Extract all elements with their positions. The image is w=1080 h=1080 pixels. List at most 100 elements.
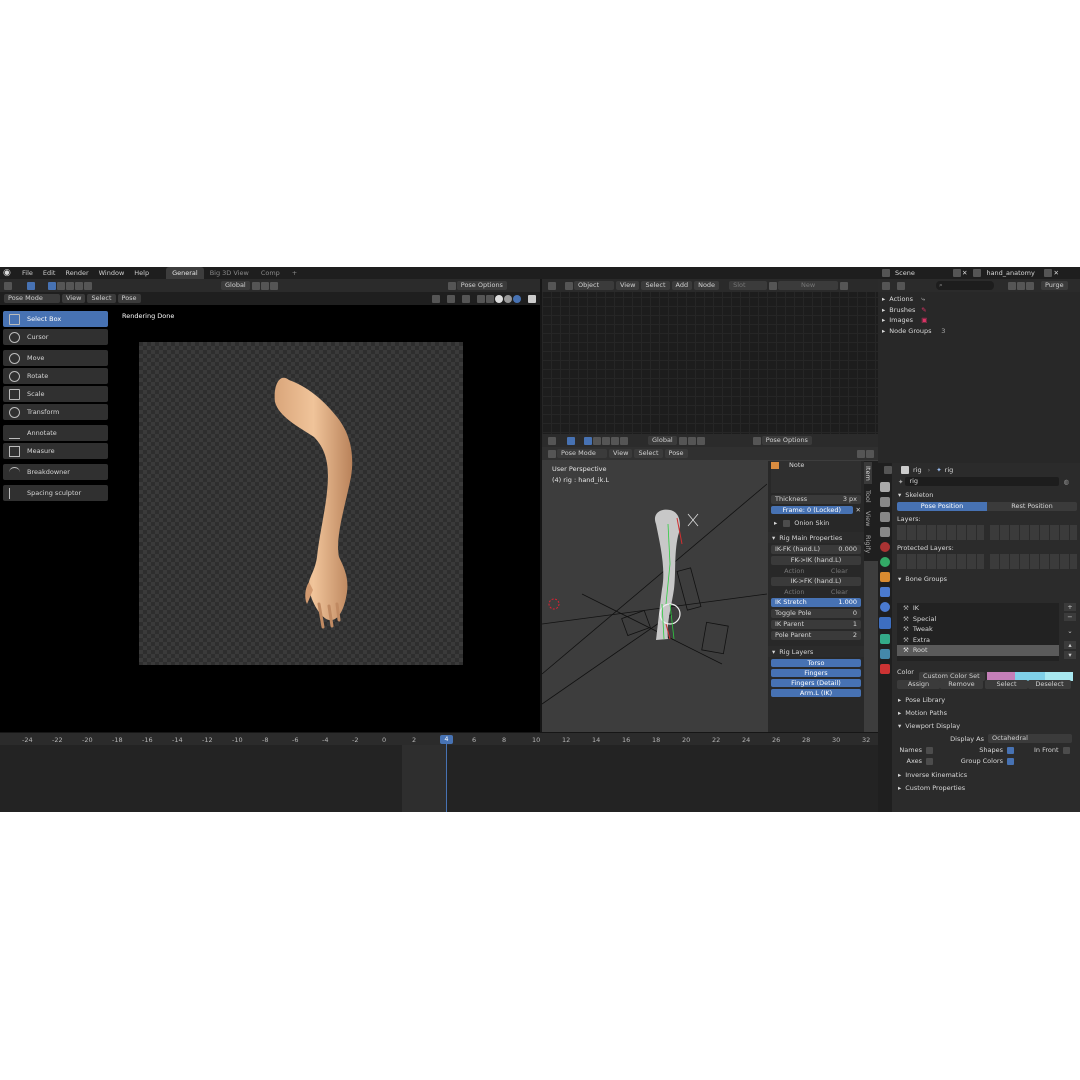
physics-properties-icon[interactable] — [880, 602, 890, 612]
close-icon[interactable]: ✕ — [1053, 269, 1058, 277]
close-icon[interactable] — [752, 436, 761, 445]
in-front-checkbox[interactable] — [1062, 746, 1070, 754]
texture-properties-icon[interactable] — [880, 664, 890, 674]
armature-data-selector[interactable]: ✦ rig ◍ — [894, 476, 1080, 487]
editor-type-icon[interactable] — [548, 281, 556, 290]
editor-mode-icon[interactable] — [548, 449, 556, 458]
xray-icon[interactable] — [477, 294, 485, 303]
menu-select[interactable]: Select — [641, 281, 670, 290]
mode-dropdown[interactable]: Pose Mode — [4, 294, 60, 303]
tab-big-3d-view[interactable]: Big 3D View — [204, 267, 255, 279]
editor-type-icon[interactable] — [548, 436, 556, 445]
axes-checkbox[interactable] — [926, 757, 933, 765]
rig-layer-arm-l-ik[interactable]: Arm.L (IK) — [771, 689, 861, 697]
orientation-dropdown[interactable]: Global — [221, 281, 250, 290]
render-properties-icon[interactable] — [880, 497, 890, 507]
ik-parent-field[interactable]: IK Parent 1 — [771, 620, 861, 629]
armature-data-properties-icon[interactable] — [879, 617, 891, 629]
toggle-pole-field[interactable]: Toggle Pole 0 — [771, 609, 861, 618]
names-checkbox[interactable] — [926, 746, 933, 754]
shading-wireframe-icon[interactable] — [486, 294, 494, 303]
rest-position-button[interactable]: Rest Position — [987, 502, 1077, 511]
bone-properties-icon[interactable] — [880, 634, 890, 644]
orientation-dropdown[interactable]: Global — [648, 436, 677, 445]
snap-icon[interactable] — [260, 281, 269, 290]
tool-rotate[interactable]: Rotate — [3, 368, 108, 384]
ik-to-fk-button[interactable]: IK->FK (hand.L) — [771, 577, 861, 586]
gizmo-icon[interactable] — [447, 294, 455, 303]
display-as-dropdown[interactable]: Octahedral — [988, 734, 1072, 743]
annotation-layer-list[interactable]: Note — [771, 461, 861, 493]
viewport-display-panel-header[interactable]: ▾ Viewport Display — [894, 720, 1080, 731]
search-input[interactable]: ⌕ — [936, 281, 994, 290]
left-viewport[interactable]: Global Pose Options Pose Mode View Selec… — [0, 279, 540, 732]
menu-select[interactable]: Select — [634, 449, 663, 458]
menu-view[interactable]: View — [62, 294, 86, 303]
overlays-icon[interactable] — [462, 294, 470, 303]
filter-icon[interactable] — [1008, 281, 1016, 290]
close-icon[interactable]: ✕ — [856, 506, 861, 514]
view-layer-name[interactable]: hand_anatomy — [986, 269, 1044, 277]
bone-group-extra[interactable]: ⚒ Extra — [903, 635, 1059, 646]
menu-add[interactable]: Add — [671, 281, 693, 290]
menu-view[interactable]: View — [609, 449, 633, 458]
blender-logo-icon[interactable]: ◉ — [3, 267, 15, 279]
select-mode-invert-icon[interactable] — [611, 436, 619, 445]
tool-move[interactable]: Move — [3, 350, 108, 366]
motion-paths-panel-header[interactable]: ▸ Motion Paths — [894, 707, 1080, 718]
select-mode-invert-icon[interactable] — [75, 281, 83, 290]
small-viewport[interactable]: Global Pose Options Pose Mode View Selec… — [542, 434, 878, 732]
outliner-item-actions[interactable]: ▸ Actions ⤷ — [878, 294, 1080, 305]
onion-skin-checkbox[interactable] — [783, 519, 791, 527]
select-mode-intersect-icon[interactable] — [84, 281, 92, 290]
skeleton-panel-header[interactable]: ▾ Skeleton — [894, 489, 1080, 500]
world-properties-icon[interactable] — [880, 557, 890, 567]
menu-help[interactable]: Help — [129, 267, 154, 279]
modifier-properties-icon[interactable] — [880, 587, 890, 597]
tool-select-box[interactable]: Select Box — [3, 311, 108, 327]
mode-dropdown[interactable]: Pose Mode — [557, 449, 607, 458]
fake-user-icon[interactable]: ◍ — [1063, 478, 1069, 486]
add-icon[interactable]: + — [1064, 603, 1076, 611]
tool-measure[interactable]: Measure — [3, 443, 108, 459]
select-mode-extend-icon[interactable] — [57, 281, 65, 290]
rig-layer-fingers[interactable]: Fingers — [771, 669, 861, 677]
tab-view[interactable]: View — [864, 508, 872, 530]
ikfk-slider[interactable]: IK-FK (hand.L) 0.000 — [771, 545, 861, 554]
layers-grid[interactable] — [897, 525, 1077, 540]
select-mode-subtract-icon[interactable] — [602, 436, 610, 445]
rig-layer-torso[interactable]: Torso — [771, 659, 861, 667]
view-layer-icon[interactable] — [973, 269, 982, 277]
proportional-icon[interactable] — [269, 281, 278, 290]
scene-name[interactable]: Scene — [895, 269, 953, 277]
menu-edit[interactable]: Edit — [38, 267, 61, 279]
select-tool-icon[interactable] — [567, 436, 575, 445]
tool-properties-icon[interactable] — [880, 482, 890, 492]
scene-icon[interactable] — [882, 269, 890, 277]
editor-type-icon[interactable] — [4, 281, 12, 290]
tool-breakdowner[interactable]: Breakdowner — [3, 464, 108, 480]
select-mode-new-icon[interactable] — [48, 281, 56, 290]
outliner-item-node-groups[interactable]: ▸ Node Groups 3 — [878, 326, 1080, 337]
rig-layer-fingers-detail[interactable]: Fingers (Detail) — [771, 679, 861, 687]
pose-options-dropdown[interactable]: Pose Options — [761, 436, 812, 445]
pivot-icon[interactable] — [251, 281, 260, 290]
tool-spacing-sculptor[interactable]: Spacing sculptor — [3, 485, 108, 501]
layers-grid-right[interactable] — [989, 525, 1077, 540]
object-type-icon[interactable] — [565, 281, 573, 290]
menu-file[interactable]: File — [17, 267, 38, 279]
select-mode-subtract-icon[interactable] — [66, 281, 74, 290]
shading-material-icon[interactable] — [504, 294, 512, 303]
purge-button[interactable]: Purge — [1041, 281, 1068, 290]
editor-type-icon[interactable] — [884, 465, 892, 474]
select-mode-extend-icon[interactable] — [593, 436, 601, 445]
group-colors-checkbox[interactable] — [1007, 757, 1014, 765]
editor-type-icon[interactable] — [882, 281, 890, 290]
remove-icon[interactable]: − — [1064, 613, 1076, 621]
rig-main-properties-header[interactable]: ▾ Rig Main Properties — [768, 532, 864, 543]
layers-grid-left[interactable] — [897, 525, 985, 540]
pole-parent-field[interactable]: Pole Parent 2 — [771, 631, 861, 640]
thickness-field[interactable]: Thickness 3 px — [771, 495, 861, 504]
bone-group-special[interactable]: ⚒ Special — [903, 614, 1059, 625]
menu-render[interactable]: Render — [60, 267, 93, 279]
